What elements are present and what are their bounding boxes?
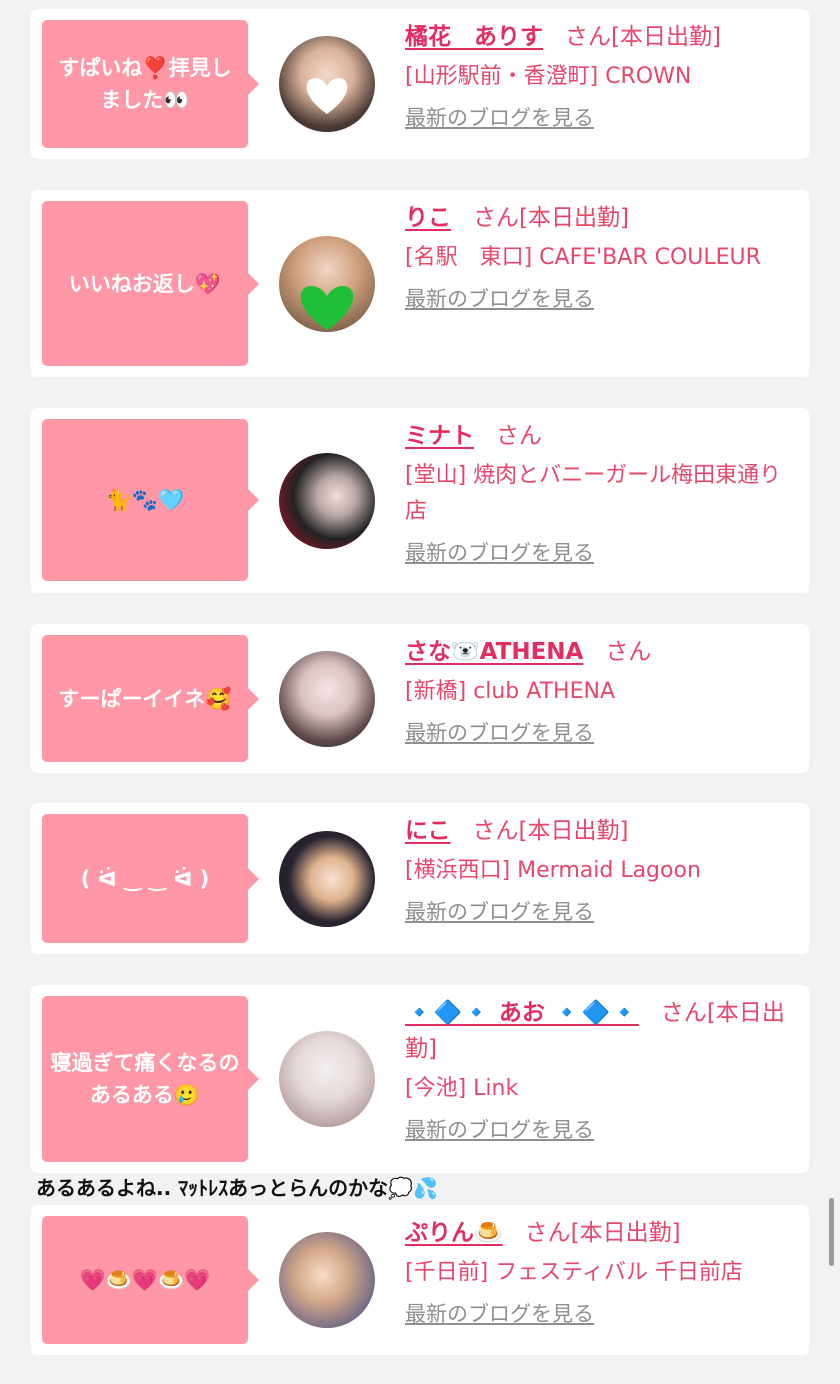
cast-name-link[interactable]: 🔹🔷🔹 あお 🔹🔷🔹	[405, 1000, 639, 1026]
reaction-message: 💗🍮💗🍮💗	[42, 1216, 259, 1344]
reaction-card: 🐈🐾🩵 ミナト さん [堂山] 焼肉とバニーガール梅田東通り店 最新のブログを見る	[31, 408, 809, 593]
cast-name-link[interactable]: 橘花 ありす	[405, 24, 543, 50]
reaction-card: 寝過ぎて痛くなるのあるある🥲 🔹🔷🔹 あお 🔹🔷🔹 さん[本日出勤] [今池] L…	[31, 985, 809, 1173]
scrollbar[interactable]	[829, 1198, 834, 1266]
shop-name[interactable]: [今池] Link	[405, 1071, 797, 1107]
green-heart-sticker-icon	[300, 286, 354, 330]
avatar[interactable]	[279, 36, 375, 132]
cast-name-link[interactable]: りこ	[405, 205, 451, 231]
heart-sticker-icon	[306, 78, 348, 114]
latest-blog-link[interactable]: 最新のブログを見る	[405, 1299, 594, 1329]
latest-blog-link[interactable]: 最新のブログを見る	[405, 103, 594, 133]
avatar[interactable]	[279, 236, 375, 332]
reaction-card: すぱいね❣️拝見しました👀 橘花 ありす さん[本日出勤] [山形駅前・香澄町] …	[31, 9, 809, 159]
latest-blog-link[interactable]: 最新のブログを見る	[405, 1115, 594, 1145]
latest-blog-link[interactable]: 最新のブログを見る	[405, 897, 594, 927]
cast-suffix: さん	[605, 639, 652, 665]
latest-blog-link[interactable]: 最新のブログを見る	[405, 538, 594, 568]
cast-name-link[interactable]: にこ	[405, 818, 451, 844]
cast-suffix: さん[本日出勤]	[524, 1220, 681, 1246]
latest-blog-link[interactable]: 最新のブログを見る	[405, 284, 594, 314]
reaction-card: すーぱーイイネ🥰 さな🐻‍❄️ATHENA さん [新橋] club ATHENA…	[31, 624, 809, 773]
avatar[interactable]	[279, 831, 375, 927]
shop-name[interactable]: [堂山] 焼肉とバニーガール梅田東通り店	[405, 458, 797, 530]
reaction-message: すーぱーイイネ🥰	[42, 635, 259, 762]
reaction-message: いいねお返し💖	[42, 201, 259, 366]
latest-blog-link[interactable]: 最新のブログを見る	[405, 718, 594, 748]
shop-name[interactable]: [横浜西口] Mermaid Lagoon	[405, 853, 797, 889]
cast-suffix: さん	[496, 423, 542, 449]
avatar[interactable]	[279, 453, 375, 549]
cast-suffix: さん[本日出勤]	[565, 24, 721, 50]
cast-name-link[interactable]: さな🐻‍❄️ATHENA	[405, 639, 583, 665]
avatar[interactable]	[279, 651, 375, 747]
reaction-message: 寝過ぎて痛くなるのあるある🥲	[42, 996, 259, 1162]
cast-name-link[interactable]: ぷりん🍮	[405, 1220, 503, 1246]
reaction-message: 🐈🐾🩵	[42, 419, 259, 581]
avatar[interactable]	[279, 1232, 375, 1328]
avatar[interactable]	[279, 1031, 375, 1127]
shop-name[interactable]: [千日前] フェスティバル 千日前店	[405, 1255, 797, 1291]
reaction-message: すぱいね❣️拝見しました👀	[42, 20, 259, 148]
shop-name[interactable]: [山形駅前・香澄町] CROWN	[405, 59, 797, 95]
cast-name-link[interactable]: ミナト	[405, 423, 474, 449]
cast-suffix: さん[本日出勤]	[472, 818, 629, 844]
shop-name[interactable]: [名駅 東口] CAFE'BAR COULEUR	[405, 240, 797, 276]
reaction-card: ( ᐛ ‿ ‿ ᐛ ) にこ さん[本日出勤] [横浜西口] Mermaid La…	[31, 803, 809, 954]
owner-reply-comment: あるあるよね.. ﾏｯﾄﾚｽあっとらんのかな💭💦	[36, 1176, 438, 1200]
reaction-card: 💗🍮💗🍮💗 ぷりん🍮 さん[本日出勤] [千日前] フェスティバル 千日前店 最新…	[31, 1205, 809, 1355]
shop-name[interactable]: [新橋] club ATHENA	[405, 674, 797, 710]
reaction-card: いいねお返し💖 りこ さん[本日出勤] [名駅 東口] CAFE'BAR COUL…	[31, 190, 809, 377]
reaction-message: ( ᐛ ‿ ‿ ᐛ )	[42, 814, 259, 943]
cast-suffix: さん[本日出勤]	[473, 205, 629, 231]
